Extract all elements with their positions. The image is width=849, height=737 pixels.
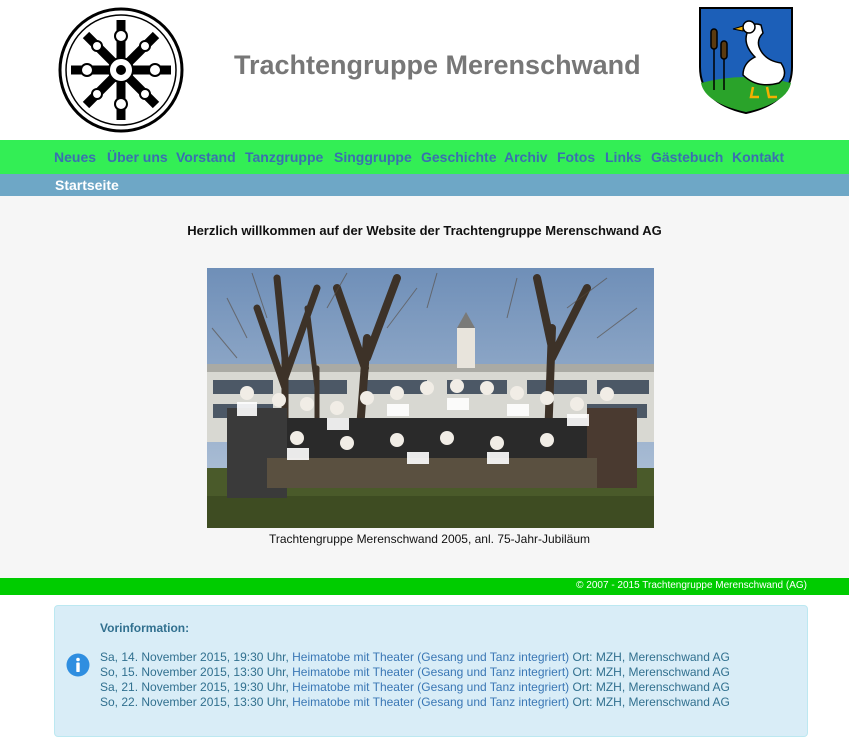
group-photo (207, 268, 654, 528)
nav-item-kontakt[interactable]: Kontakt (732, 149, 784, 165)
subnav-item-startseite[interactable]: Startseite (55, 177, 119, 193)
trachten-emblem-logo[interactable] (57, 6, 185, 134)
event-item: So, 15. November 2015, 13:30 Uhr, Heimat… (100, 665, 730, 680)
site-title: Trachtengruppe Merenschwand (234, 50, 641, 80)
nav-item-tanzgruppe[interactable]: Tanzgruppe (245, 149, 323, 165)
event-link[interactable]: Heimatobe mit Theater (Gesang und Tanz i… (292, 695, 569, 709)
event-place: Ort: MZH, Merenschwand AG (572, 650, 730, 664)
event-link[interactable]: Heimatobe mit Theater (Gesang und Tanz i… (292, 680, 569, 694)
event-link[interactable]: Heimatobe mit Theater (Gesang und Tanz i… (292, 665, 569, 679)
nav-item-geschichte[interactable]: Geschichte (421, 149, 496, 165)
nav-item-neues[interactable]: Neues (54, 149, 96, 165)
event-item: So, 22. November 2015, 13:30 Uhr, Heimat… (100, 695, 730, 710)
event-list: Sa, 14. November 2015, 19:30 Uhr, Heimat… (100, 650, 730, 710)
event-link[interactable]: Heimatobe mit Theater (Gesang und Tanz i… (292, 650, 569, 664)
event-item: Sa, 21. November 2015, 19:30 Uhr, Heimat… (100, 680, 730, 695)
photo-caption: Trachtengruppe Merenschwand 2005, anl. 7… (268, 532, 591, 546)
info-box: Vorinformation: Sa, 14. November 2015, 1… (54, 605, 808, 737)
nav-item-vorstand[interactable]: Vorstand (176, 149, 236, 165)
event-place: Ort: MZH, Merenschwand AG (572, 665, 730, 679)
nav-item-ueber-uns[interactable]: Über uns (107, 149, 168, 165)
swan-coat-of-arms-logo (699, 7, 793, 115)
copyright-text: © 2007 - 2015 Trachtengruppe Merenschwan… (576, 580, 807, 591)
event-date: Sa, 14. November 2015, 19:30 Uhr, (100, 650, 289, 664)
info-icon (66, 653, 90, 677)
main-navigation: Neues Über uns Vorstand Tanzgruppe Singg… (0, 140, 849, 174)
main-content: Herzlich willkommen auf der Website der … (0, 196, 849, 578)
event-place: Ort: MZH, Merenschwand AG (572, 695, 730, 709)
nav-item-archiv[interactable]: Archiv (504, 149, 548, 165)
nav-item-fotos[interactable]: Fotos (557, 149, 595, 165)
event-date: So, 22. November 2015, 13:30 Uhr, (100, 695, 289, 709)
event-place: Ort: MZH, Merenschwand AG (572, 680, 730, 694)
welcome-heading: Herzlich willkommen auf der Website der … (187, 223, 662, 238)
footer-bar: © 2007 - 2015 Trachtengruppe Merenschwan… (0, 578, 849, 595)
nav-item-gaestebuch[interactable]: Gästebuch (651, 149, 723, 165)
nav-item-links[interactable]: Links (605, 149, 642, 165)
info-title: Vorinformation: (100, 621, 190, 635)
event-item: Sa, 14. November 2015, 19:30 Uhr, Heimat… (100, 650, 730, 665)
sub-navigation: Startseite (0, 174, 849, 196)
event-date: So, 15. November 2015, 13:30 Uhr, (100, 665, 289, 679)
nav-item-singgruppe[interactable]: Singgruppe (334, 149, 412, 165)
event-date: Sa, 21. November 2015, 19:30 Uhr, (100, 680, 289, 694)
site-header: Trachtengruppe Merenschwand (0, 0, 849, 140)
